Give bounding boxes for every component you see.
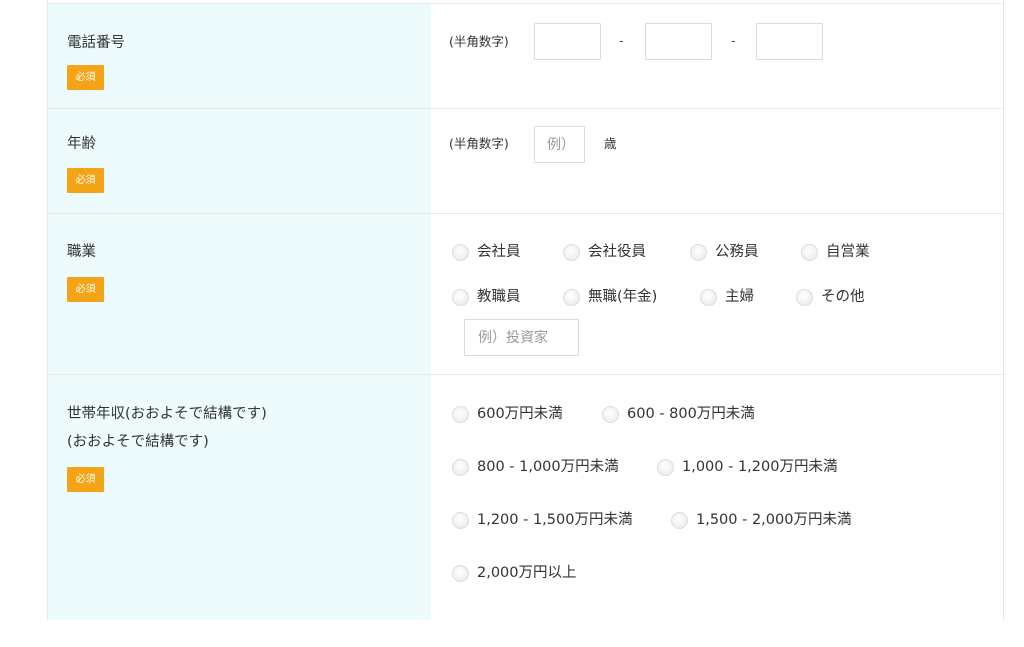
occupation-option-public-servant[interactable]: 公務員 (690, 242, 759, 262)
radio-circle[interactable] (563, 288, 580, 306)
radio-label: 2,000万円以上 (477, 565, 577, 581)
radio-circle[interactable] (700, 288, 717, 306)
phone-field-2[interactable] (645, 23, 712, 60)
income-option-1200-1500[interactable]: 1,200 - 1,500万円未満 (452, 510, 632, 530)
radio-circle[interactable] (657, 458, 674, 476)
radio-circle[interactable] (452, 564, 469, 582)
radio-label: 教職員 (477, 289, 521, 305)
label-cell-income: 世帯年収(おおよそで結構です) (おおよそで結構です) 必須 (48, 375, 431, 620)
occupation-other-placeholder: 例）投資家 (478, 330, 548, 346)
age-required-badge: 必須 (67, 168, 104, 193)
label-cell-phone: 電話番号 必須 (48, 4, 431, 108)
radio-label: 800 - 1,000万円未満 (477, 459, 619, 475)
radio-circle[interactable] (602, 405, 619, 423)
income-option-over-2000[interactable]: 2,000万円以上 (452, 563, 577, 583)
age-input[interactable]: 例） (534, 126, 585, 163)
radio-label: 公務員 (715, 244, 759, 260)
occupation-option-self-employed[interactable]: 自営業 (801, 242, 870, 262)
phone-separator-2: - (731, 34, 736, 49)
income-option-800-1000[interactable]: 800 - 1,000万円未満 (452, 457, 619, 477)
radio-label: 無職(年金) (588, 289, 658, 305)
radio-circle[interactable] (452, 511, 469, 529)
radio-circle[interactable] (452, 243, 469, 261)
radio-label: 600 - 800万円未満 (627, 406, 755, 422)
radio-label: 1,000 - 1,200万円未満 (682, 459, 838, 475)
radio-circle[interactable] (801, 243, 818, 261)
radio-circle[interactable] (796, 288, 813, 306)
income-option-under-600[interactable]: 600万円未満 (452, 404, 563, 424)
row-income: 世帯年収(おおよそで結構です) (おおよそで結構です) 必須 600万円未満 6… (48, 374, 1003, 620)
phone-separator-1: - (619, 34, 624, 49)
radio-label: 1,500 - 2,000万円未満 (696, 512, 852, 528)
radio-label: 自営業 (826, 244, 870, 260)
value-cell-age: (半角数字) 例） 歳 (431, 109, 1003, 213)
label-cell-age: 年齢 必須 (48, 109, 431, 213)
occupation-required-badge: 必須 (67, 277, 104, 302)
age-hint: (半角数字) (449, 136, 509, 151)
row-phone: 電話番号 必須 (半角数字) - - (48, 3, 1003, 108)
radio-label: 会社員 (477, 244, 521, 260)
phone-field-1[interactable] (534, 23, 601, 60)
radio-label: 600万円未満 (477, 406, 563, 422)
profile-form-table: 電話番号 必須 (半角数字) - - 年齢 必須 (半角数字) 例） 歳 職業 (47, 0, 1004, 620)
radio-circle[interactable] (671, 511, 688, 529)
radio-label: 1,200 - 1,500万円未満 (477, 512, 633, 528)
phone-required-badge: 必須 (67, 65, 104, 90)
radio-circle[interactable] (452, 458, 469, 476)
income-option-1500-2000[interactable]: 1,500 - 2,000万円未満 (671, 510, 851, 530)
income-option-600-800[interactable]: 600 - 800万円未満 (602, 404, 755, 424)
radio-circle[interactable] (452, 405, 469, 423)
occupation-option-executive[interactable]: 会社役員 (563, 242, 646, 262)
radio-label: その他 (821, 289, 865, 305)
value-cell-occupation: 会社員 会社役員 公務員 自営業 教職員 無職(年金) 主婦 その他 例）投資家 (431, 214, 1003, 374)
occupation-label: 職業 (67, 244, 96, 260)
row-occupation: 職業 必須 会社員 会社役員 公務員 自営業 教職員 無職(年金) 主婦 その他… (48, 213, 1003, 374)
value-cell-income: 600万円未満 600 - 800万円未満 800 - 1,000万円未満 1,… (431, 375, 1003, 620)
value-cell-phone: (半角数字) - - (431, 4, 1003, 108)
age-placeholder: 例） (547, 137, 575, 153)
label-cell-occupation: 職業 必須 (48, 214, 431, 374)
row-age: 年齢 必須 (半角数字) 例） 歳 (48, 108, 1003, 213)
occupation-option-company-employee[interactable]: 会社員 (452, 242, 521, 262)
age-label: 年齢 (67, 136, 96, 152)
income-label-line2: (おおよそで結構です) (67, 434, 209, 450)
income-label-line1: 世帯年収(おおよそで結構です) (67, 406, 267, 422)
income-option-1000-1200[interactable]: 1,000 - 1,200万円未満 (657, 457, 837, 477)
radio-label: 主婦 (725, 289, 754, 305)
occupation-option-teacher[interactable]: 教職員 (452, 287, 521, 307)
occupation-other-input[interactable]: 例）投資家 (464, 319, 579, 356)
radio-circle[interactable] (563, 243, 580, 261)
phone-hint: (半角数字) (449, 34, 509, 49)
phone-label: 電話番号 (67, 35, 125, 51)
occupation-option-homemaker[interactable]: 主婦 (700, 287, 754, 307)
occupation-option-other[interactable]: その他 (796, 287, 865, 307)
occupation-option-retired[interactable]: 無職(年金) (563, 287, 657, 307)
age-unit: 歳 (604, 136, 617, 151)
income-required-badge: 必須 (67, 467, 104, 492)
radio-circle[interactable] (690, 243, 707, 261)
phone-field-3[interactable] (756, 23, 823, 60)
radio-label: 会社役員 (588, 244, 646, 260)
radio-circle[interactable] (452, 288, 469, 306)
